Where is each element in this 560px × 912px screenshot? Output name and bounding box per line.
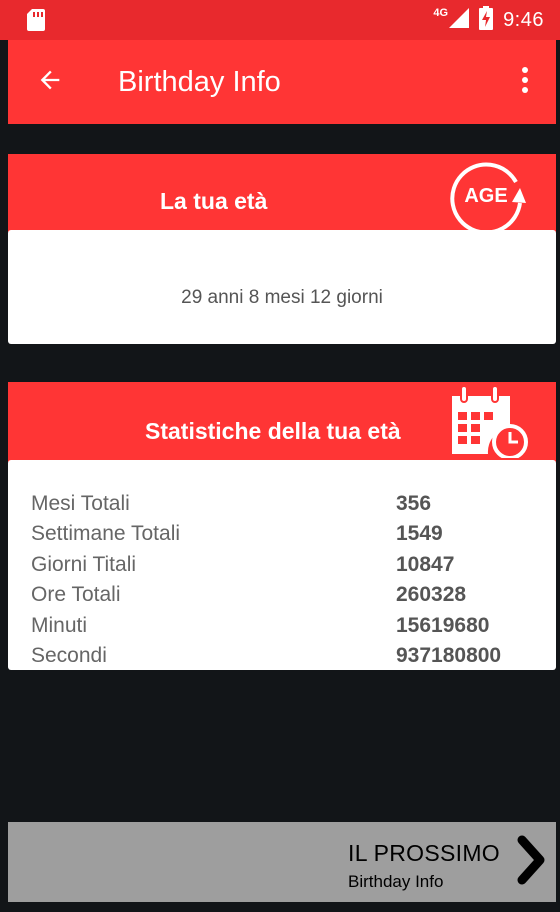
stat-label: Settimane Totali (31, 522, 181, 545)
stat-label: Giorni Titali (31, 553, 137, 576)
stat-value: 1549 (396, 522, 443, 545)
stats-card-body: Mesi Totali 356 Settimane Totali 1549 Gi… (8, 460, 556, 670)
stat-label: Minuti (31, 614, 88, 637)
arrow-back-icon (36, 66, 64, 99)
app-bar: Birthday Info (8, 40, 556, 124)
age-value: 29 anni 8 mesi 12 giorni (181, 287, 383, 308)
stat-row-minutes: Minuti 15619680 (31, 614, 531, 644)
stat-row-seconds: Secondi 937180800 (31, 644, 531, 674)
age-icon: AGE (446, 158, 526, 239)
next-button[interactable]: IL PROSSIMO Birthday Info (8, 822, 556, 902)
age-card-header: La tua età AGE (8, 154, 556, 235)
age-card-body: 29 anni 8 mesi 12 giorni (8, 230, 556, 344)
network-type-label: 4G (433, 7, 449, 19)
next-subtitle: Birthday Info (348, 872, 444, 891)
stat-row-days: Giorni Titali 10847 (31, 553, 531, 583)
stat-label: Ore Totali (31, 583, 121, 606)
age-card-title: La tua età (160, 188, 268, 214)
signal-icon (449, 7, 470, 33)
stat-label: Secondi (31, 644, 107, 667)
battery-charging-icon (479, 5, 494, 35)
stats-card-title: Statistiche della tua età (145, 418, 401, 444)
stats-card-header: Statistiche della tua età (8, 382, 556, 462)
status-bar: 4G 9:46 (0, 0, 560, 40)
status-time: 9:46 (503, 8, 544, 31)
stat-value: 10847 (396, 553, 455, 576)
stat-row-hours: Ore Totali 260328 (31, 583, 531, 613)
stat-row-months: Mesi Totali 356 (31, 492, 531, 522)
chevron-right-icon (514, 834, 548, 891)
back-button[interactable] (30, 62, 70, 102)
stat-label: Mesi Totali (31, 492, 130, 515)
next-title: IL PROSSIMO (348, 840, 500, 866)
age-icon-text: AGE (464, 185, 507, 207)
stat-value: 260328 (396, 583, 467, 606)
stat-value: 356 (396, 492, 432, 515)
overflow-menu-button[interactable] (510, 64, 540, 100)
app-title: Birthday Info (118, 66, 281, 98)
more-vert-icon (521, 66, 529, 99)
calendar-clock-icon (448, 384, 528, 463)
stat-row-weeks: Settimane Totali 1549 (31, 522, 531, 552)
sd-card-icon (27, 9, 45, 36)
stat-value: 937180800 (396, 644, 502, 667)
stat-value: 15619680 (396, 614, 490, 637)
